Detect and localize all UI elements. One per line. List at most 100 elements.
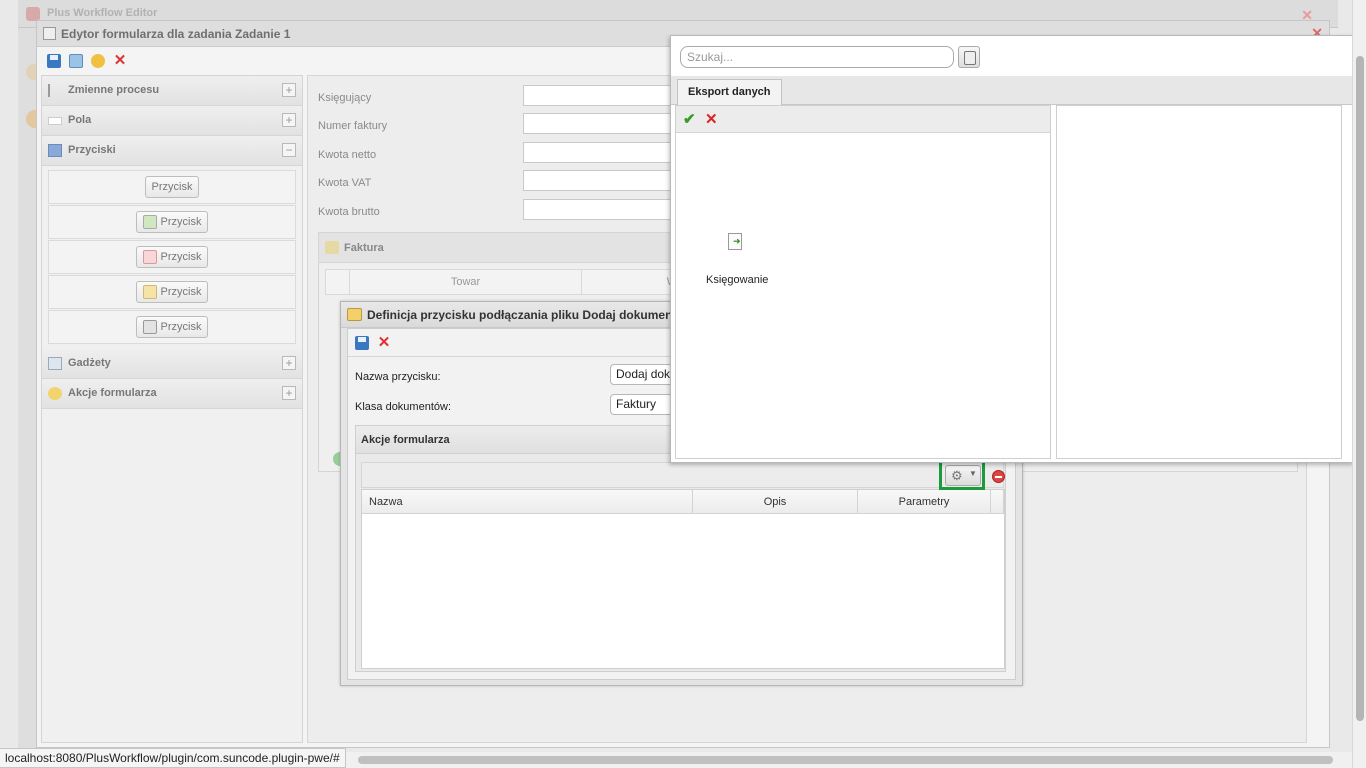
variables-icon <box>48 84 62 97</box>
buttons-icon <box>48 144 62 157</box>
column-header-filler <box>991 490 1004 514</box>
attach-button-preview: Przycisk <box>135 281 209 303</box>
preview-icon <box>69 54 83 68</box>
section-label: Akcje formularza <box>68 387 157 399</box>
save-button[interactable] <box>46 53 62 69</box>
table-icon <box>325 241 339 254</box>
preview-button[interactable] <box>68 53 84 69</box>
column-header-opis[interactable]: Opis <box>693 490 858 514</box>
field-label: Kwota netto <box>318 149 377 161</box>
status-bar-url: localhost:8080/PlusWorkflow/plugin/com.s… <box>0 748 346 768</box>
section-pola[interactable]: Pola + <box>42 106 302 136</box>
section-label: Gadżety <box>68 357 111 369</box>
field-label: Kwota VAT <box>318 177 372 189</box>
search-input[interactable]: Szukaj... <box>680 46 954 68</box>
add-action-menu-button[interactable]: ⚙ ▼ <box>945 465 981 486</box>
field-label: Księgujący <box>318 92 372 104</box>
collapse-icon[interactable]: − <box>282 143 296 157</box>
popup-toolbar: ✔ ✕ <box>676 106 1050 133</box>
document-export-icon[interactable] <box>728 233 742 250</box>
gadgets-icon <box>48 357 62 370</box>
section-przyciski[interactable]: Przyciski − <box>42 136 302 166</box>
section-label: Zmienne procesu <box>68 84 160 96</box>
section-akcje-formularza[interactable]: Akcje formularza + <box>42 379 302 409</box>
gear-icon: ⚙ <box>951 468 963 483</box>
actions-button[interactable] <box>90 53 106 69</box>
buttons-list: Przycisk Przycisk Przycisk Przycisk Przy… <box>42 166 302 349</box>
button-label: Przycisk <box>151 181 193 193</box>
section-gadzety[interactable]: Gadżety + <box>42 349 302 379</box>
chevron-down-icon: ▼ <box>969 469 977 478</box>
plain-button-preview: Przycisk <box>144 176 200 198</box>
faktura-title: Faktura <box>344 242 384 254</box>
expand-icon[interactable]: + <box>282 386 296 400</box>
close-icon: ✕ <box>377 334 391 351</box>
expand-icon[interactable]: + <box>282 356 296 370</box>
tab-bar: Eksport danych <box>671 76 1355 105</box>
button-label: Przycisk <box>160 251 202 263</box>
print-button-preview: Przycisk <box>135 316 209 338</box>
grid-cell <box>326 270 350 294</box>
field-input[interactable] <box>523 113 683 134</box>
action-picker-popup: Szukaj... Eksport danych ✔ ✕ Księgowanie <box>670 35 1355 463</box>
pdf-button-preview: Przycisk <box>135 246 209 268</box>
button-template[interactable]: Przycisk <box>48 275 296 309</box>
remove-action-button[interactable] <box>992 470 1005 483</box>
dialog-title: Definicja przycisku podłączania pliku Do… <box>367 308 677 322</box>
action-details-panel <box>1056 105 1342 459</box>
accept-icon <box>142 215 157 229</box>
dialog-save-button[interactable] <box>354 335 370 351</box>
column-header-nazwa[interactable]: Nazwa <box>362 490 693 514</box>
components-panel: Zmienne procesu + Pola + Przyciski − Prz… <box>41 75 303 743</box>
confirm-icon[interactable]: ✔ <box>683 110 696 128</box>
button-template[interactable]: Przycisk <box>48 205 296 239</box>
search-button[interactable] <box>958 46 980 68</box>
field-input[interactable] <box>523 142 683 163</box>
action-item-ksiegowanie[interactable]: Księgowanie <box>706 274 768 286</box>
scrollbar-thumb[interactable] <box>358 756 1333 764</box>
column-header-parametry[interactable]: Parametry <box>858 490 991 514</box>
column-header: Towar <box>350 270 582 294</box>
fields-icon <box>48 117 62 125</box>
app-side-strip <box>18 28 36 748</box>
lightning-icon <box>91 54 105 68</box>
form-actions-title: Akcje formularza <box>361 434 450 446</box>
field-input[interactable] <box>523 85 683 106</box>
folder-icon <box>347 308 362 321</box>
close-icon: ✕ <box>113 52 127 69</box>
save-icon <box>355 336 369 350</box>
close-editor-button[interactable]: ✕ <box>112 53 128 69</box>
app-title: Plus Workflow Editor <box>47 7 158 19</box>
save-icon <box>47 54 61 68</box>
accept-button-preview: Przycisk <box>135 211 209 233</box>
button-template[interactable]: Przycisk <box>48 240 296 274</box>
dialog-cancel-button[interactable]: ✕ <box>376 335 392 351</box>
section-label: Pola <box>68 114 92 126</box>
scrollbar-thumb[interactable] <box>1356 56 1364 721</box>
section-label: Przyciski <box>68 144 116 156</box>
document-class-label: Klasa dokumentów: <box>355 401 451 413</box>
printer-icon <box>142 320 157 334</box>
editor-title: Edytor formularza dla zadania Zadanie 1 <box>61 27 291 41</box>
expand-icon[interactable]: + <box>282 83 296 97</box>
expand-icon[interactable]: + <box>282 113 296 127</box>
vertical-scrollbar[interactable] <box>1352 0 1366 768</box>
button-template[interactable]: Przycisk <box>48 170 296 204</box>
tab-eksport-danych[interactable]: Eksport danych <box>677 79 782 105</box>
field-input[interactable] <box>523 170 683 191</box>
section-zmienne-procesu[interactable]: Zmienne procesu + <box>42 76 302 106</box>
button-label: Przycisk <box>160 286 202 298</box>
form-actions-toolbar: ⚙ ▼ <box>361 462 1005 488</box>
actions-list-panel: ✔ ✕ Księgowanie <box>675 105 1051 459</box>
field-label: Numer faktury <box>318 120 388 132</box>
button-name-label: Nazwa przycisku: <box>355 371 441 383</box>
button-label: Przycisk <box>160 216 202 228</box>
button-template[interactable]: Przycisk <box>48 310 296 344</box>
form-icon <box>43 27 56 40</box>
lightning-icon <box>48 387 62 400</box>
cancel-icon[interactable]: ✕ <box>705 110 718 128</box>
app-logo-icon <box>26 7 40 21</box>
folder-icon <box>142 285 157 299</box>
form-actions-grid: Nazwa Opis Parametry <box>361 489 1005 669</box>
field-input[interactable] <box>523 199 683 220</box>
